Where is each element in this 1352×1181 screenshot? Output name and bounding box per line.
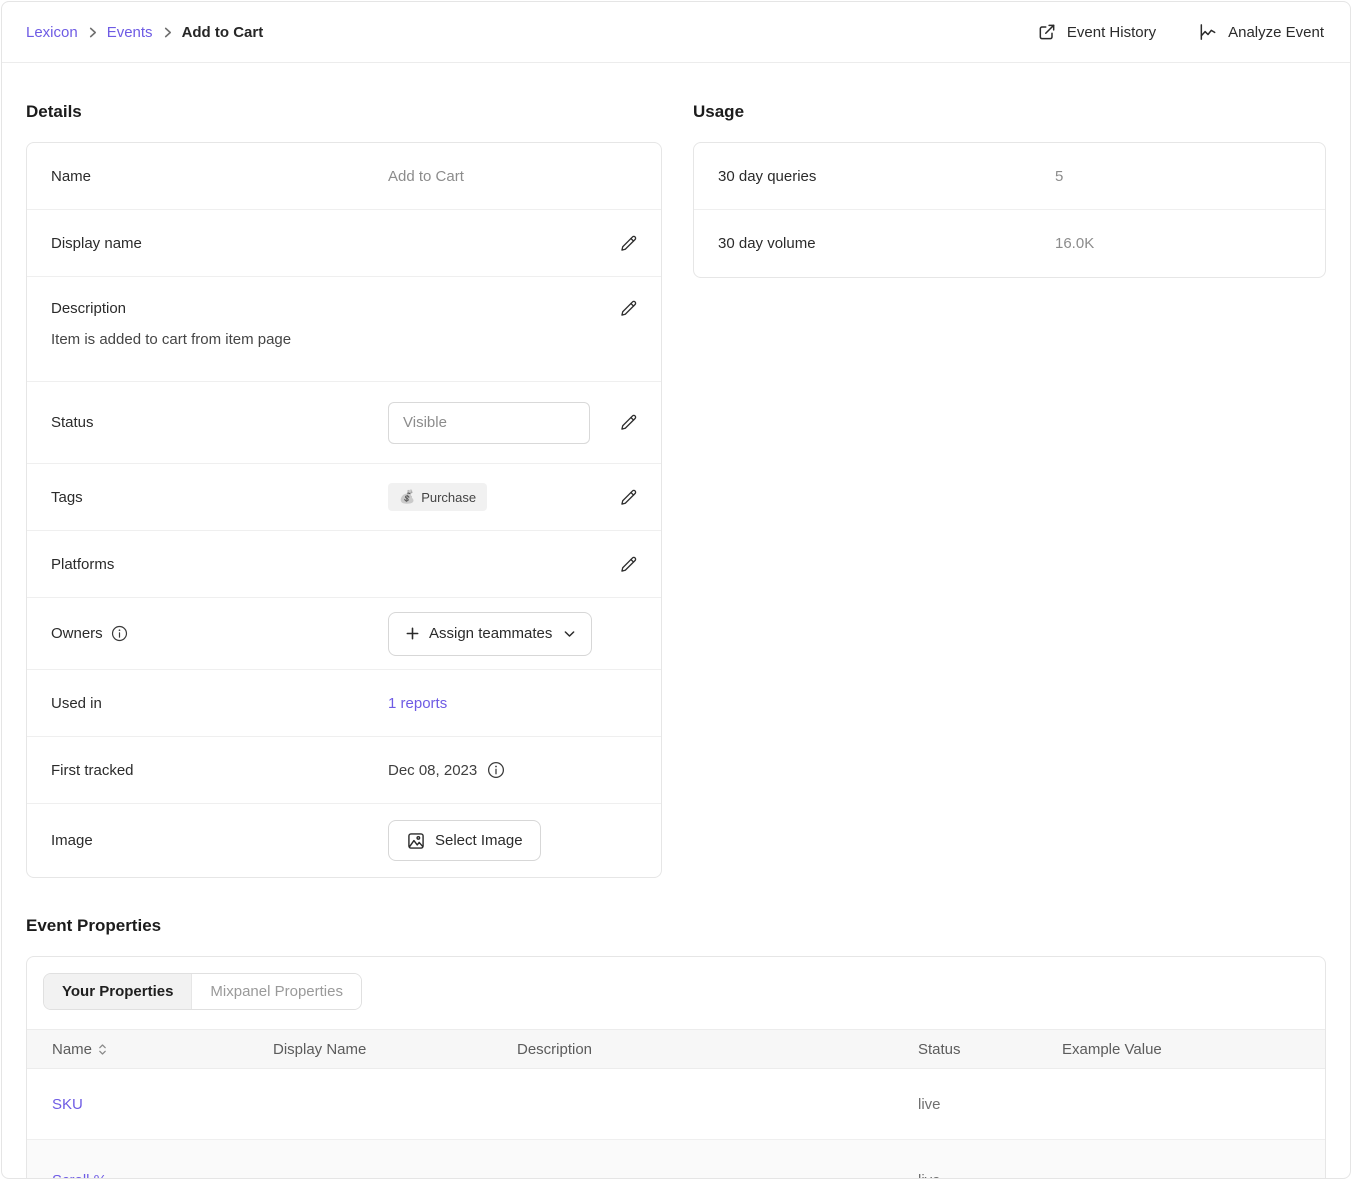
detail-row-status: Status Visible (27, 382, 661, 464)
usage-volume-value: 16.0K (1055, 235, 1094, 252)
image-icon (406, 831, 426, 851)
first-tracked-value: Dec 08, 2023 (388, 762, 477, 779)
details-section: Details Name Add to Cart Display name (26, 100, 662, 878)
lexicon-event-detail-page: Lexicon Events Add to Cart Event History (1, 1, 1351, 1179)
column-header-example-value: Example Value (1062, 1041, 1325, 1058)
pencil-icon (618, 487, 639, 508)
tag-label: Purchase (421, 490, 476, 505)
table-row[interactable]: SKU live (27, 1069, 1325, 1140)
edit-description-button[interactable] (615, 295, 641, 321)
properties-tabs: Your Properties Mixpanel Properties (43, 973, 362, 1010)
column-header-display-name: Display Name (273, 1041, 517, 1058)
select-image-button[interactable]: Select Image (388, 820, 541, 861)
tags-label: Tags (51, 489, 388, 506)
analyze-event-button[interactable]: Analyze Event (1198, 22, 1324, 42)
line-chart-icon (1198, 22, 1218, 42)
info-icon[interactable] (487, 761, 505, 779)
column-header-status: Status (918, 1041, 1062, 1058)
detail-row-first-tracked: First tracked Dec 08, 2023 (27, 737, 661, 804)
detail-row-description: Description Item is added to cart from i… (27, 277, 661, 382)
breadcrumb: Lexicon Events Add to Cart (26, 24, 263, 41)
detail-row-name: Name Add to Cart (27, 143, 661, 210)
edit-platforms-button[interactable] (615, 551, 641, 577)
pencil-icon (618, 298, 639, 319)
usage-volume-label: 30 day volume (718, 235, 1055, 252)
table-row[interactable]: Scroll % live (27, 1140, 1325, 1179)
owners-label: Owners (51, 625, 103, 642)
used-in-reports-link[interactable]: 1 reports (388, 695, 447, 712)
name-value: Add to Cart (388, 168, 641, 185)
property-name-link[interactable]: Scroll % (27, 1172, 273, 1180)
image-label: Image (51, 832, 388, 849)
chevron-down-icon (564, 630, 575, 638)
description-value: Item is added to cart from item page (51, 331, 641, 348)
properties-table: Name Display Name Description Status Exa… (27, 1029, 1325, 1179)
top-bar: Lexicon Events Add to Cart Event History (2, 2, 1350, 63)
select-image-label: Select Image (435, 832, 523, 849)
details-card: Name Add to Cart Display name (26, 142, 662, 878)
display-name-label: Display name (51, 235, 388, 252)
detail-row-image: Image Select Image (27, 804, 661, 877)
details-title: Details (26, 100, 662, 124)
tab-mixpanel-properties[interactable]: Mixpanel Properties (191, 974, 361, 1009)
chevron-right-icon (87, 27, 98, 38)
breadcrumb-current: Add to Cart (182, 24, 264, 41)
edit-tags-button[interactable] (615, 484, 641, 510)
usage-row-volume: 30 day volume 16.0K (694, 210, 1325, 277)
usage-title: Usage (693, 100, 1326, 124)
detail-row-display-name: Display name (27, 210, 661, 277)
usage-row-queries: 30 day queries 5 (694, 143, 1325, 210)
chevron-right-icon (162, 27, 173, 38)
property-status: live (918, 1096, 1062, 1113)
event-properties-title: Event Properties (26, 914, 1326, 938)
column-name-label: Name (52, 1041, 92, 1058)
detail-row-platforms: Platforms (27, 531, 661, 598)
event-properties-section: Event Properties Your Properties Mixpane… (26, 914, 1326, 1179)
property-name-link[interactable]: SKU (27, 1096, 273, 1113)
assign-teammates-button[interactable]: Assign teammates (388, 612, 592, 656)
usage-queries-label: 30 day queries (718, 168, 1055, 185)
usage-card: 30 day queries 5 30 day volume 16.0K (693, 142, 1326, 278)
usage-section: Usage 30 day queries 5 30 day volume 16.… (693, 100, 1326, 878)
properties-table-header: Name Display Name Description Status Exa… (27, 1029, 1325, 1069)
detail-row-tags: Tags 💰 Purchase (27, 464, 661, 531)
platforms-label: Platforms (51, 556, 388, 573)
status-value-box[interactable]: Visible (388, 402, 590, 444)
analyze-event-label: Analyze Event (1228, 24, 1324, 41)
usage-queries-value: 5 (1055, 168, 1063, 185)
header-actions: Event History Analyze Event (1037, 22, 1324, 42)
tag-badge-purchase[interactable]: 💰 Purchase (388, 483, 487, 511)
plus-icon (405, 626, 420, 641)
money-bag-icon: 💰 (399, 489, 415, 505)
column-header-name[interactable]: Name (27, 1041, 273, 1058)
pencil-icon (618, 554, 639, 575)
breadcrumb-lexicon[interactable]: Lexicon (26, 24, 78, 41)
edit-display-name-button[interactable] (615, 230, 641, 256)
edit-status-button[interactable] (615, 410, 641, 436)
event-properties-card: Your Properties Mixpanel Properties Name… (26, 956, 1326, 1179)
assign-teammates-label: Assign teammates (429, 625, 552, 642)
description-label: Description (51, 300, 126, 317)
breadcrumb-events[interactable]: Events (107, 24, 153, 41)
sort-icon (98, 1043, 107, 1056)
column-header-description: Description (517, 1041, 918, 1058)
info-icon[interactable] (111, 625, 128, 642)
event-history-button[interactable]: Event History (1037, 22, 1156, 42)
property-status: live (918, 1172, 1062, 1180)
detail-row-owners: Owners Assign teammates (27, 598, 661, 670)
status-label: Status (51, 414, 388, 431)
pencil-icon (618, 412, 639, 433)
event-history-label: Event History (1067, 24, 1156, 41)
first-tracked-label: First tracked (51, 762, 388, 779)
tab-your-properties[interactable]: Your Properties (44, 974, 191, 1009)
external-link-icon (1037, 22, 1057, 42)
used-in-label: Used in (51, 695, 388, 712)
pencil-icon (618, 233, 639, 254)
name-label: Name (51, 168, 388, 185)
detail-row-used-in: Used in 1 reports (27, 670, 661, 737)
